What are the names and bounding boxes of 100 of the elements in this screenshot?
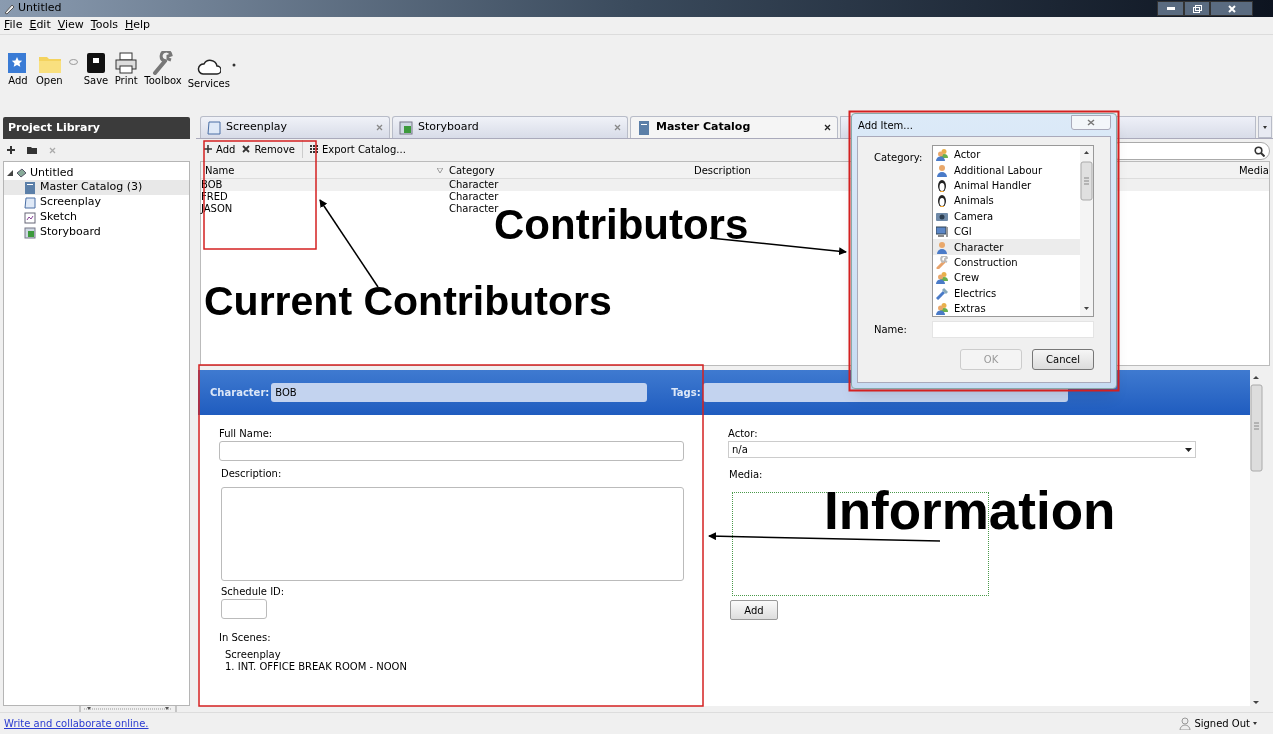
minimize-icon [1166, 7, 1175, 10]
actor-dropdown[interactable]: n/a [728, 441, 1196, 458]
storyboard-icon [24, 226, 36, 239]
add-button[interactable]: Add [730, 600, 778, 620]
toolbar-button[interactable]: Export Catalog... [309, 141, 406, 157]
toolbar-button[interactable]: Services [187, 54, 230, 90]
folder-button[interactable] [27, 146, 37, 154]
category-list[interactable]: Actor Additional Labour Animal Handler Animals Camera CGI Character Construction Crew Electrics Extras [932, 145, 1094, 317]
document-icon [24, 196, 36, 209]
table-cell-text: Character [448, 179, 500, 191]
account-button[interactable]: Signed Out [1179, 716, 1257, 731]
column-header[interactable]: Category [437, 162, 690, 178]
penguin-icon [936, 194, 948, 208]
field-label: Name: [874, 323, 908, 337]
tab[interactable]: Storyboard [392, 116, 628, 138]
list-item[interactable]: Crew [933, 270, 1080, 286]
annotation-label: Information [824, 487, 1116, 535]
character-field[interactable]: BOB [271, 383, 648, 402]
delete-button[interactable] [49, 146, 56, 154]
list-item[interactable]: Animals [933, 193, 1080, 209]
folder-icon [27, 146, 37, 154]
people-icon [936, 302, 948, 316]
close-icon [1227, 4, 1236, 13]
people-icon [936, 148, 948, 162]
tab-list-button[interactable] [1258, 116, 1272, 138]
menu-item[interactable]: View [57, 17, 84, 34]
ok-button: OK [960, 349, 1022, 370]
list-item[interactable]: Additional Labour [933, 162, 1080, 178]
description-field[interactable] [221, 487, 684, 581]
full-name-field[interactable] [219, 441, 684, 461]
tree-item[interactable]: Screenplay [4, 195, 189, 210]
plus-icon [204, 145, 212, 153]
table-cell-text: Character [448, 191, 500, 203]
tab[interactable]: Master Catalog [630, 116, 838, 138]
field-label: Category: [874, 151, 924, 165]
close-icon [242, 145, 251, 153]
menu-item[interactable]: File [4, 17, 23, 34]
people-icon [936, 271, 948, 285]
window-title: Untitled [18, 0, 62, 17]
toolbar-button[interactable]: Add [6, 51, 30, 87]
tree-item[interactable]: Sketch [4, 210, 189, 225]
toolbar-button[interactable]: Print [114, 51, 139, 87]
list-item[interactable]: Animal Handler [933, 177, 1080, 194]
tree-item[interactable]: Storyboard [4, 225, 189, 240]
tab[interactable]: Screenplay [200, 116, 390, 138]
document-icon [207, 120, 221, 135]
list-item[interactable]: CGI [933, 223, 1080, 240]
field-label: Full Name: [219, 427, 274, 441]
close-icon [614, 124, 621, 131]
list-item[interactable]: Camera [933, 208, 1080, 224]
person-icon [936, 163, 948, 177]
field-label: Actor: [728, 427, 759, 441]
list-item[interactable]: Actor [933, 147, 1080, 163]
maximize-button[interactable] [1184, 1, 1210, 16]
close-button[interactable] [1210, 1, 1253, 16]
link[interactable]: Write and collaborate online. [4, 716, 149, 731]
toolbar-button[interactable]: Save [83, 51, 109, 87]
grid-icon [309, 145, 318, 153]
tree-item[interactable]: Untitled [30, 164, 74, 182]
column-header[interactable]: Media [1199, 162, 1269, 178]
wrench-icon [151, 51, 175, 75]
list-item[interactable]: Extras [933, 300, 1080, 316]
list-item[interactable]: Character [933, 239, 1080, 255]
menu-item[interactable]: Tools [90, 17, 118, 34]
penguin-icon [936, 178, 948, 192]
menu-item[interactable]: Help [124, 17, 151, 34]
panel-header: Project Library [3, 117, 190, 139]
list-item[interactable]: Construction [933, 254, 1080, 271]
name-field[interactable] [932, 321, 1094, 338]
monitor-icon [936, 225, 948, 239]
add-button[interactable] [7, 146, 15, 154]
close-icon [376, 124, 383, 131]
storyboard-icon [399, 120, 413, 135]
restore-icon [1192, 4, 1202, 13]
plus-icon [7, 146, 15, 154]
column-header[interactable]: Name [201, 162, 437, 178]
catalog-icon [637, 120, 651, 135]
toolbar-button[interactable]: Add [204, 141, 236, 157]
plug-icon [936, 286, 948, 300]
toolbar-button[interactable]: Toolbox [144, 51, 182, 87]
menu-item[interactable]: Edit [29, 17, 51, 34]
schedule-id-field[interactable] [221, 599, 267, 619]
sketch-icon [24, 211, 36, 224]
scene-link[interactable]: 1. INT. OFFICE BREAK ROOM - NOON [225, 661, 684, 673]
tree-item[interactable]: Master Catalog (3) [4, 180, 189, 195]
cancel-button[interactable]: Cancel [1032, 349, 1094, 370]
annotation-label: Current Contributors [204, 278, 612, 324]
field-label: Tags: [671, 386, 701, 400]
scene-group: Screenplay [225, 649, 684, 661]
field-label: Media: [729, 468, 764, 482]
app-icon [3, 2, 15, 15]
field-label: Schedule ID: [221, 585, 286, 599]
field-label: Character: [210, 386, 270, 400]
toolbar-button[interactable]: Open [36, 51, 63, 87]
printer-icon [114, 51, 139, 75]
minimize-button[interactable] [1157, 1, 1184, 16]
wrench-icon [936, 255, 948, 269]
close-icon [824, 124, 831, 131]
list-item[interactable]: Electrics [933, 285, 1080, 301]
toolbar-button[interactable]: Remove [242, 141, 295, 157]
